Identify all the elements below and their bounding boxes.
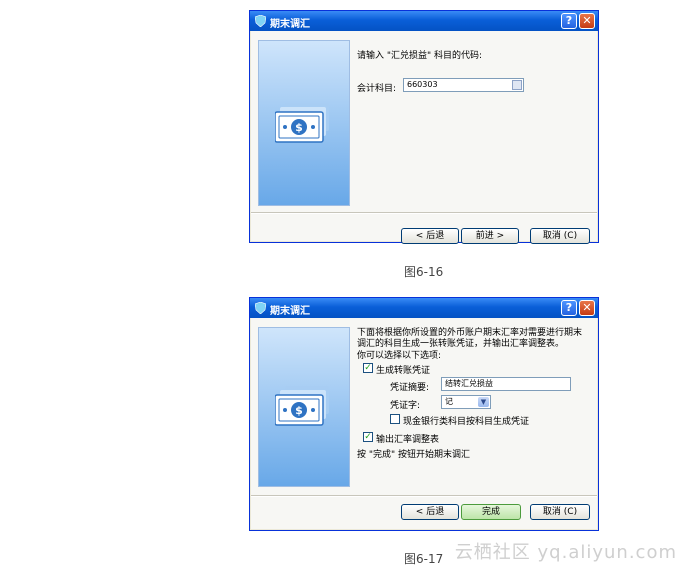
- back-button[interactable]: < 后退: [401, 228, 459, 244]
- wizard-side-panel: $: [258, 327, 350, 487]
- lookup-icon[interactable]: [512, 80, 522, 90]
- account-code-value: 660303: [407, 80, 438, 89]
- app-shield-icon: [255, 302, 266, 314]
- summary-input[interactable]: 结转汇兑损益: [441, 377, 571, 391]
- dialog-body: $ 下面将根据你所设置的外币账户期末汇率对需要进行期末 调汇的科目生成一张转账凭…: [251, 318, 597, 529]
- cash-bank-label: 现金银行类科目按科目生成凭证: [403, 417, 530, 427]
- account-label: 会计科目:: [357, 84, 397, 94]
- gen-voucher-checkbox[interactable]: ✓: [363, 363, 373, 373]
- summary-value: 结转汇兑损益: [445, 379, 493, 388]
- output-table-checkbox[interactable]: ✓: [363, 432, 373, 442]
- close-button[interactable]: ✕: [579, 13, 595, 29]
- wizard-side-panel: $: [258, 40, 350, 206]
- voucher-word-label: 凭证字:: [390, 401, 421, 411]
- svg-text:$: $: [295, 121, 303, 134]
- app-shield-icon: [255, 15, 266, 27]
- dialog-exchange-adjust-step2: 期末调汇 ? ✕ $ 下面将根据你所设置的外币账户期末汇率对需要进行期末 调汇的…: [249, 297, 599, 531]
- figure-caption-2: 图6-17: [404, 552, 444, 566]
- cancel-button[interactable]: 取消 (C): [530, 228, 590, 244]
- dialog-title: 期末调汇: [270, 19, 310, 30]
- watermark: 云栖社区 yq.aliyun.com: [454, 542, 677, 563]
- summary-label: 凭证摘要:: [390, 383, 430, 393]
- back-button[interactable]: < 后退: [401, 504, 459, 520]
- account-code-input[interactable]: 660303: [403, 78, 524, 92]
- dialog-title: 期末调汇: [270, 306, 310, 317]
- output-table-label: 输出汇率调整表: [376, 435, 440, 445]
- help-button[interactable]: ?: [561, 300, 577, 316]
- dialog-body: $ 请输入 "汇兑损益" 科目的代码: 会计科目: 660303 < 后退 前进…: [251, 31, 597, 244]
- options-intro: 你可以选择以下选项:: [357, 351, 442, 361]
- prompt-text: 请输入 "汇兑损益" 科目的代码:: [357, 51, 483, 61]
- chevron-down-icon[interactable]: ▼: [478, 397, 489, 407]
- title-bar: 期末调汇 ? ✕: [250, 11, 598, 31]
- title-bar: 期末调汇 ? ✕: [250, 298, 598, 318]
- money-bill-icon: $: [275, 386, 329, 426]
- svg-text:$: $: [295, 404, 303, 417]
- dialog-exchange-adjust-step1: 期末调汇 ? ✕ $ 请输入 "汇兑损益" 科目的代码: 会计科目: 66030…: [249, 10, 599, 244]
- close-button[interactable]: ✕: [579, 300, 595, 316]
- finish-button[interactable]: 完成: [461, 504, 521, 520]
- finish-hint: 按 "完成" 按钮开始期末调汇: [357, 450, 471, 460]
- cancel-button[interactable]: 取消 (C): [530, 504, 590, 520]
- figure-caption-1: 图6-16: [404, 265, 444, 279]
- gen-voucher-label: 生成转账凭证: [376, 366, 431, 376]
- next-button[interactable]: 前进 >: [461, 228, 519, 244]
- voucher-word-select[interactable]: 记 ▼: [441, 395, 491, 409]
- voucher-word-value: 记: [445, 397, 453, 406]
- help-button[interactable]: ?: [561, 13, 577, 29]
- cash-bank-checkbox[interactable]: [390, 414, 400, 424]
- money-bill-icon: $: [275, 103, 329, 143]
